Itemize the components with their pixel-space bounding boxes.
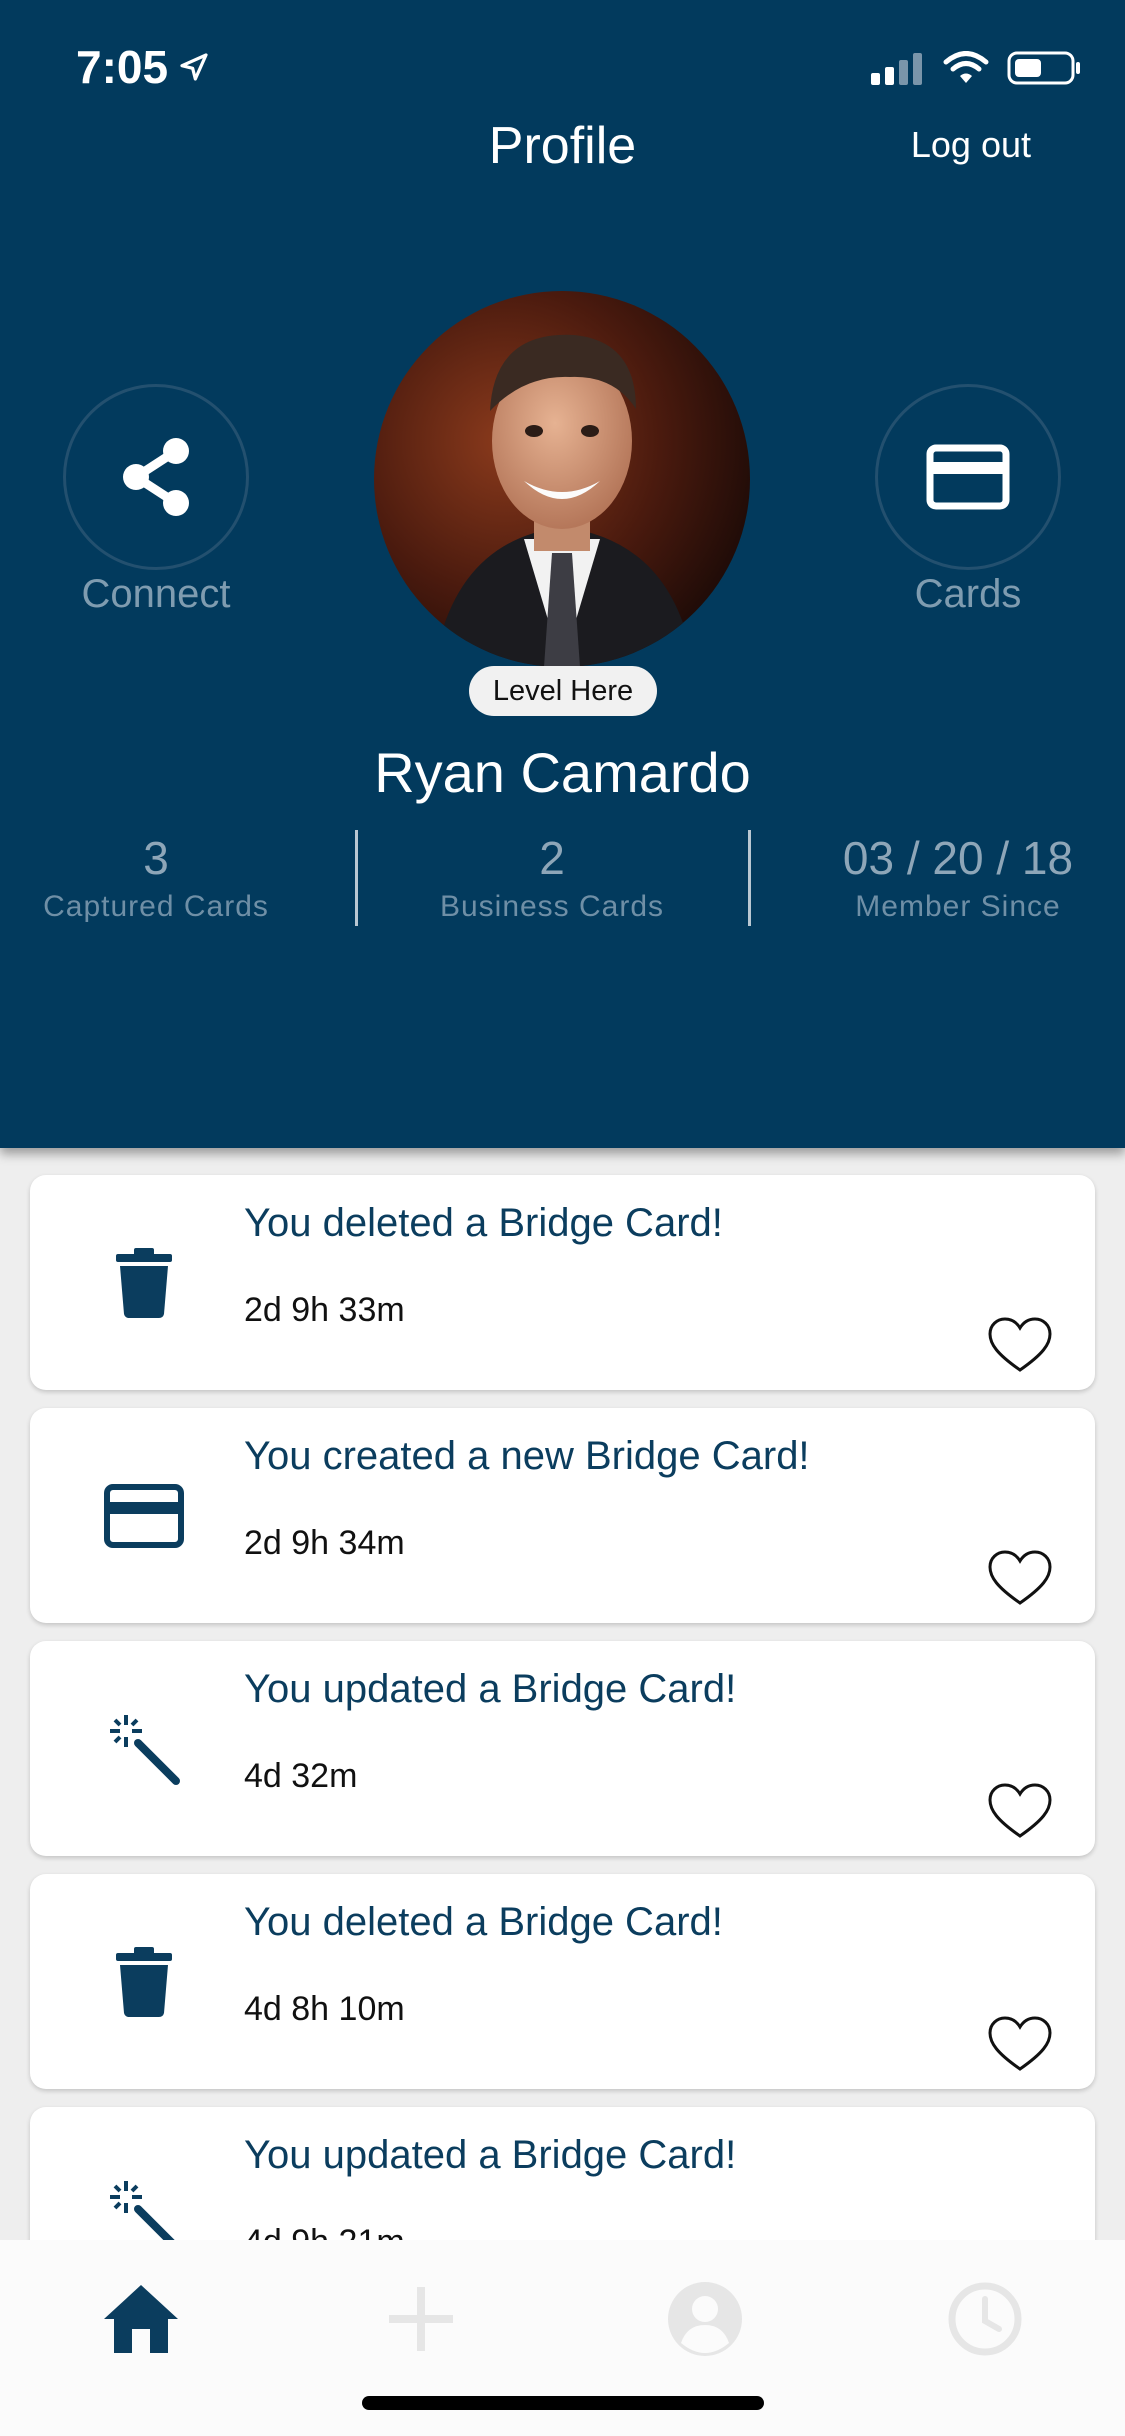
status-icons (871, 50, 1081, 86)
magic-wand-icon (96, 2167, 192, 2240)
trash-icon (96, 1934, 192, 2030)
magic-wand-icon (96, 1701, 192, 1797)
credit-card-icon (96, 1468, 192, 1564)
status-bar-time: 7:05 (76, 40, 210, 94)
feed-item-time: 4d 32m (244, 1757, 358, 1795)
stat-label: Captured Cards (43, 890, 269, 923)
feed-item[interactable]: You created a new Bridge Card! 2d 9h 34m (30, 1408, 1095, 1623)
stat-label: Business Cards (439, 890, 665, 923)
user-name: Ryan Camardo (374, 741, 751, 804)
stat-member-since: 03 / 20 / 18 Member Since (778, 830, 1125, 924)
activity-feed[interactable]: You deleted a Bridge Card! 2d 9h 33m You… (0, 1148, 1125, 2240)
feed-item[interactable]: You deleted a Bridge Card! 4d 8h 10m (30, 1874, 1095, 2089)
heart-icon[interactable] (987, 1549, 1053, 1607)
feed-item-title: You deleted a Bridge Card! (244, 1900, 723, 1944)
avatar[interactable] (374, 291, 750, 667)
tab-history[interactable] (940, 2274, 1030, 2364)
logout-button[interactable]: Log out (911, 124, 1031, 166)
stat-divider (355, 830, 358, 926)
heart-icon[interactable] (987, 2015, 1053, 2073)
profile-header: 7:05 Profile Log out Connect Cards Level… (0, 0, 1125, 1148)
stat-value: 3 (143, 832, 169, 884)
feed-item-time: 4d 9h 21m (244, 2223, 405, 2240)
feed-item-time: 2d 9h 33m (244, 1291, 405, 1329)
location-arrow-icon (180, 53, 208, 81)
profile-icon (668, 2282, 742, 2356)
connect-button[interactable] (63, 384, 249, 570)
feed-item[interactable]: You updated a Bridge Card! 4d 9h 21m (30, 2107, 1095, 2240)
stat-captured-cards: 3 Captured Cards (0, 830, 336, 924)
plus-icon (389, 2287, 453, 2351)
tab-bar (0, 2240, 1125, 2436)
feed-item-title: You updated a Bridge Card! (244, 2133, 737, 2177)
clock-icon (948, 2282, 1022, 2356)
feed-item-time: 2d 9h 34m (244, 1524, 405, 1562)
feed-item[interactable]: You deleted a Bridge Card! 2d 9h 33m (30, 1175, 1095, 1390)
battery-icon (1007, 51, 1080, 85)
home-indicator (362, 2396, 764, 2410)
tab-profile[interactable] (660, 2274, 750, 2364)
feed-item-title: You created a new Bridge Card! (244, 1434, 810, 1478)
wifi-icon (943, 51, 989, 83)
stat-value: 03 / 20 / 18 (842, 832, 1074, 884)
feed-item-title: You updated a Bridge Card! (244, 1667, 737, 1711)
heart-icon[interactable] (987, 1782, 1053, 1840)
connect-label: Connect (81, 572, 231, 616)
cards-label: Cards (914, 572, 1022, 616)
stat-business-cards: 2 Business Cards (372, 830, 732, 924)
stat-label: Member Since (855, 890, 1061, 923)
status-time-text: 7:05 (76, 41, 169, 93)
cards-button[interactable] (875, 384, 1061, 570)
credit-card-icon (926, 444, 1010, 510)
stat-divider (748, 830, 751, 926)
tab-home[interactable] (96, 2274, 186, 2364)
home-icon (104, 2285, 178, 2353)
feed-item-title: You deleted a Bridge Card! (244, 1201, 723, 1245)
share-icon (123, 438, 189, 516)
feed-item-time: 4d 8h 10m (244, 1990, 405, 2028)
heart-icon[interactable] (987, 1316, 1053, 1374)
profile-photo (374, 291, 750, 667)
stat-value: 2 (539, 832, 565, 884)
level-badge: Level Here (469, 666, 657, 716)
feed-item[interactable]: You updated a Bridge Card! 4d 32m (30, 1641, 1095, 1856)
tab-add[interactable] (376, 2274, 466, 2364)
signal-icon (871, 53, 922, 85)
trash-icon (96, 1235, 192, 1331)
